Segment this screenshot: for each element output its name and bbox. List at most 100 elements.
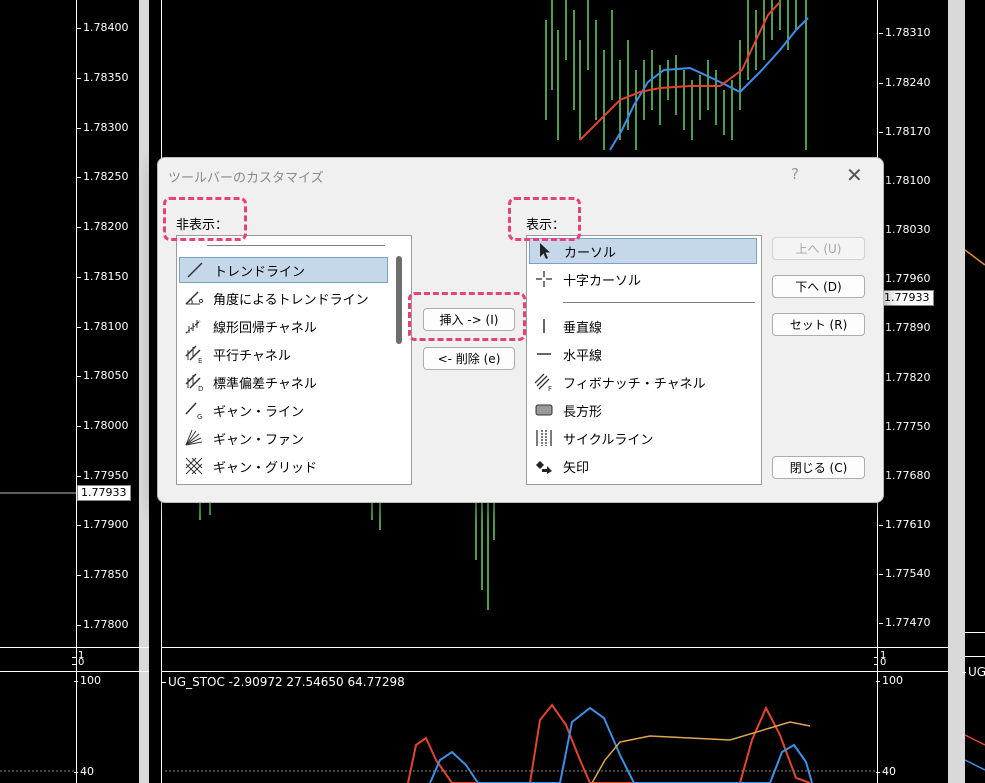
list-item-label: 水平線	[563, 348, 603, 364]
arrow-icon	[533, 455, 555, 477]
window-frame-right	[948, 0, 965, 783]
svg-text:G: G	[197, 413, 202, 420]
dialog-title: ツールバーのカスタマイズ	[168, 171, 324, 186]
cursor-icon	[534, 240, 556, 262]
shown-tools-label: 表示：	[526, 218, 566, 233]
svg-text:E: E	[198, 357, 202, 364]
list-item[interactable]: トレンドライン	[179, 257, 388, 283]
left-scale-label: 1.78350	[77, 71, 129, 84]
right-scale-label: 1.78100	[879, 174, 931, 187]
list-item[interactable]: 十字カーソル	[529, 266, 757, 292]
left-current-price-tag: 1.77933	[77, 485, 131, 501]
parallel-channel-icon: E	[183, 343, 205, 365]
right-scale-label: 1.77960	[879, 272, 931, 285]
list-item[interactable]: ギャン・ファン	[179, 425, 388, 451]
list-item-label: トレンドライン	[214, 264, 306, 280]
help-icon[interactable]: ?	[791, 165, 799, 183]
gann-line-icon: G	[183, 399, 205, 421]
list-item-label: 標準偏差チャネル	[213, 376, 317, 392]
svg-text:F: F	[548, 385, 552, 392]
list-item-label: ギャン・ライン	[213, 404, 305, 420]
left-scale-label: 1.78300	[77, 121, 129, 134]
indicator-label: UG_STOC -2.90972 27.54650 64.77298	[162, 675, 405, 689]
move-up-button[interactable]: 上へ (U)	[772, 237, 865, 260]
angle-trendline-icon	[183, 287, 205, 309]
move-down-button[interactable]: 下へ (D)	[772, 275, 865, 298]
regression-channel-icon	[183, 315, 205, 337]
left-subwindow-sep-1	[0, 647, 149, 648]
insert-button[interactable]: 挿入 -> (I)	[423, 308, 515, 331]
window-frame-left	[139, 0, 149, 783]
stddev-channel-icon: D	[183, 371, 205, 393]
list-item[interactable]: D 標準偏差チャネル	[179, 369, 388, 395]
left-osc-level: 40	[74, 765, 94, 778]
stoch-blue-line	[429, 706, 813, 783]
list-item-label: 長方形	[563, 404, 603, 420]
list-item-label: 矢印	[563, 460, 590, 476]
left-scale-label: 1.77800	[77, 618, 129, 631]
list-item[interactable]: E 平行チャネル	[179, 341, 388, 367]
customize-toolbar-dialog: ツールバーのカスタマイズ ? ✕ 非表示： 表示： トレンドライン 角度によるト…	[157, 157, 884, 503]
list-item-label: 角度によるトレンドライン	[213, 292, 369, 308]
list-item[interactable]: 水平線	[529, 341, 757, 367]
right-osc-level: 40	[876, 765, 896, 778]
list-item[interactable]: 垂直線	[529, 313, 757, 339]
right-osc-top: 100	[876, 674, 903, 687]
right-scale-label: 1.77750	[879, 420, 931, 433]
vertical-line-icon	[533, 315, 555, 337]
ma-red-line	[579, 1, 781, 141]
right-scale-label: 1.78030	[879, 223, 931, 236]
hidden-tools-list[interactable]: トレンドライン 角度によるトレンドライン 線形回帰チャネル E 平行チャネル D…	[176, 235, 412, 485]
left-scale-label: 1.78000	[77, 419, 129, 432]
list-item[interactable]: 長方形	[529, 397, 757, 423]
list-item-label: 垂直線	[563, 320, 603, 336]
crosshair-icon	[533, 268, 555, 290]
shown-tools-list[interactable]: カーソル 十字カーソル 垂直線 水平線 F フィボナッチ・チャネル 長方形 サイ…	[526, 235, 762, 485]
list-item[interactable]: ギャン・グリッド	[179, 453, 388, 479]
list-item-label: フィボナッチ・チャネル	[563, 376, 706, 392]
list-item[interactable]: 線形回帰チャネル	[179, 313, 388, 339]
right-scale-label: 1.77540	[879, 567, 931, 580]
rectangle-icon	[533, 399, 555, 421]
close-button[interactable]: 閉じる (C)	[772, 456, 865, 479]
left-scale-border	[76, 0, 77, 783]
left-subwindow-sep-2	[0, 671, 149, 672]
left-osc-top: 100	[74, 674, 101, 687]
right-sub-bottom: 0	[873, 657, 887, 668]
right-current-price-tag: 1.77933	[880, 290, 934, 306]
reset-button[interactable]: セット (R)	[772, 313, 865, 336]
list-item[interactable]: F フィボナッチ・チャネル	[529, 369, 757, 395]
list-item-label: ギャン・グリッド	[213, 460, 318, 476]
list-item[interactable]: 矢印	[529, 453, 757, 479]
hidden-list-scrollbar[interactable]	[396, 256, 402, 344]
svg-text:D: D	[198, 385, 203, 392]
right-scale-label: 1.77470	[879, 616, 931, 629]
gann-fan-icon	[183, 427, 205, 449]
cycle-lines-icon	[533, 427, 555, 449]
list-item-label: 線形回帰チャネル	[213, 320, 317, 336]
list-item[interactable]: 角度によるトレンドライン	[179, 285, 388, 311]
hidden-tools-label: 非表示：	[176, 218, 229, 233]
list-item[interactable]: サイクルライン	[529, 425, 757, 451]
far-right-indicator-label: UG	[961, 665, 985, 679]
left-scale-label: 1.78250	[77, 170, 129, 183]
right-scale-label: 1.78310	[879, 26, 931, 39]
fibonacci-channel-icon: F	[533, 371, 555, 393]
list-separator	[207, 245, 385, 246]
left-scale-label: 1.78100	[77, 320, 129, 333]
trendline-icon	[184, 259, 206, 281]
left-scale-label: 1.77900	[77, 518, 129, 531]
remove-button[interactable]: <- 削除 (e)	[423, 347, 515, 370]
right-scale-label: 1.77680	[879, 469, 931, 482]
list-item[interactable]: G ギャン・ライン	[179, 397, 388, 423]
list-item-label: ギャン・ファン	[213, 432, 305, 448]
list-item[interactable]: カーソル	[529, 238, 757, 264]
close-icon[interactable]: ✕	[846, 163, 863, 187]
right-subwindow-sep-1	[965, 632, 985, 633]
center-subwindow-sep-1	[161, 647, 948, 648]
left-scale-label: 1.78400	[77, 21, 129, 34]
list-item-label: 平行チャネル	[213, 348, 291, 364]
right-osc-blue-line	[964, 759, 985, 771]
left-scale-label: 1.77850	[77, 568, 129, 581]
list-separator	[563, 302, 755, 303]
